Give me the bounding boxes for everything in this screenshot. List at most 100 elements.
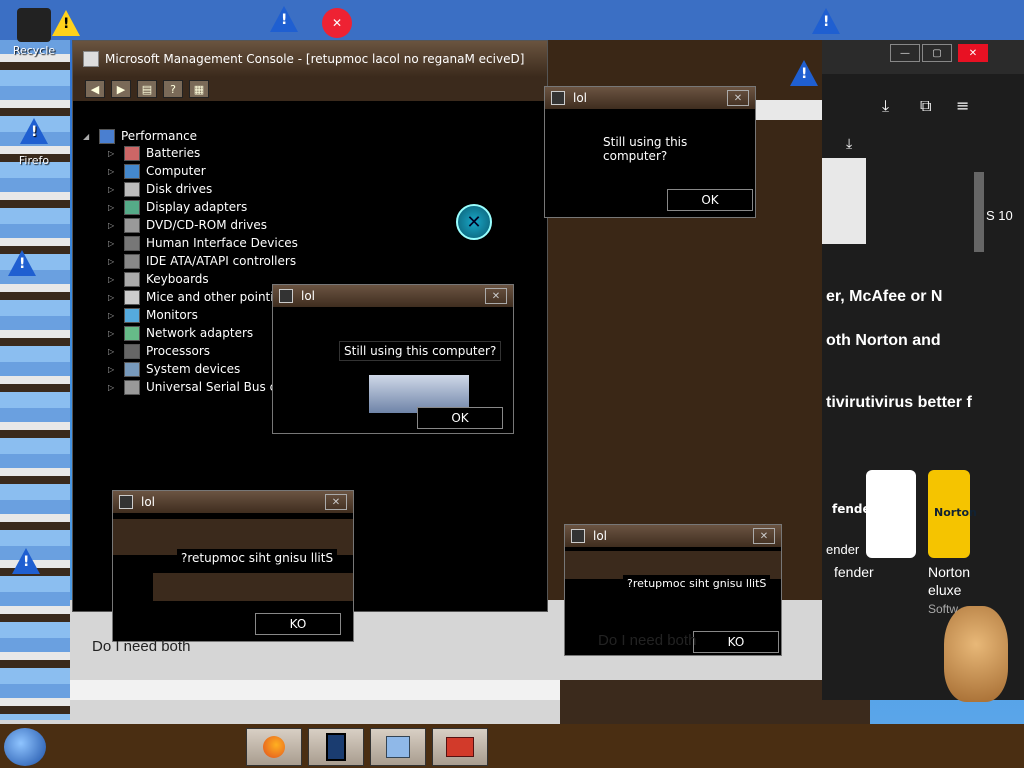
collapse-arrow-icon[interactable]: ◢ bbox=[83, 132, 93, 141]
expand-arrow-icon[interactable]: ▷ bbox=[108, 149, 118, 158]
tree-item-disk-drives[interactable]: ▷ Disk drives bbox=[108, 180, 298, 198]
dialog-app-icon bbox=[571, 529, 585, 543]
dialog-title: lol bbox=[573, 91, 588, 105]
search-result-text[interactable]: oth Norton and bbox=[826, 332, 941, 350]
desktop-icon-firefox[interactable]: Firefo bbox=[4, 118, 64, 167]
tree-item-hid[interactable]: ▷ Human Interface Devices bbox=[108, 234, 298, 252]
expand-arrow-icon[interactable]: ▷ bbox=[108, 347, 118, 356]
tree-item-display-adapters[interactable]: ▷ Display adapters bbox=[108, 198, 298, 216]
download-icon[interactable]: ⤓ bbox=[882, 96, 889, 116]
minimize-icon[interactable]: — bbox=[890, 44, 920, 62]
properties-icon[interactable]: ▦ bbox=[189, 80, 209, 98]
desktop-icon-label: Firefo bbox=[18, 154, 50, 167]
dialog-titlebar[interactable]: lol ✕ bbox=[273, 285, 513, 307]
desktop-icon-label: Recycle bbox=[12, 44, 56, 57]
tree-item-label: Network adapters bbox=[146, 326, 254, 340]
ok-button[interactable]: KO bbox=[693, 631, 779, 653]
close-icon[interactable]: ✕ bbox=[325, 494, 347, 510]
display-adapter-icon bbox=[124, 199, 140, 215]
expand-arrow-icon[interactable]: ▷ bbox=[108, 383, 118, 392]
ok-button[interactable]: OK bbox=[667, 189, 753, 211]
taskbar-notes[interactable] bbox=[308, 728, 364, 766]
search-result-text[interactable]: tivirutivirus better f bbox=[826, 394, 972, 412]
help-button[interactable]: ? bbox=[163, 80, 183, 98]
taskbar-toolbox[interactable] bbox=[432, 728, 488, 766]
console-tree-icon[interactable]: ▤ bbox=[137, 80, 157, 98]
ok-button[interactable]: KO bbox=[255, 613, 341, 635]
error-icon: ✕ bbox=[322, 8, 352, 38]
computer-icon bbox=[124, 163, 140, 179]
tree-item-label: Disk drives bbox=[146, 182, 213, 196]
calculator-icon bbox=[386, 736, 410, 758]
expand-arrow-icon[interactable]: ▷ bbox=[108, 329, 118, 338]
search-result-text[interactable]: er, McAfee or N bbox=[826, 288, 942, 306]
tree-item-label: DVD/CD-ROM drives bbox=[146, 218, 268, 232]
firefox-icon bbox=[263, 736, 285, 758]
forward-arrow-icon[interactable]: ▶ bbox=[111, 80, 131, 98]
close-icon[interactable]: ✕ bbox=[485, 288, 507, 304]
tree-item-label: Human Interface Devices bbox=[146, 236, 298, 250]
expand-arrow-icon[interactable]: ▷ bbox=[108, 257, 118, 266]
extensions-icon[interactable]: ⧉ bbox=[920, 96, 931, 116]
tree-item-ide[interactable]: ▷ IDE ATA/ATAPI controllers bbox=[108, 252, 298, 270]
tree-root[interactable]: ◢ Performance bbox=[83, 127, 197, 145]
expand-arrow-icon[interactable]: ▷ bbox=[108, 239, 118, 248]
dialog-app-icon bbox=[279, 289, 293, 303]
product-name[interactable]: ender bbox=[826, 542, 859, 557]
product-name[interactable]: eluxe bbox=[928, 582, 961, 598]
dialog-titlebar[interactable]: lol ✕ bbox=[545, 87, 755, 109]
toolbox-icon bbox=[446, 737, 474, 757]
tree-item-label: Computer bbox=[146, 164, 206, 178]
tree-item-keyboards[interactable]: ▷ Keyboards bbox=[108, 270, 298, 288]
tree-item-system-devices[interactable]: ▷ System devices bbox=[108, 360, 298, 378]
tree-item-batteries[interactable]: ▷ Batteries bbox=[108, 144, 298, 162]
processor-icon bbox=[124, 343, 140, 359]
dialog-titlebar[interactable]: lol ✕ bbox=[565, 525, 781, 547]
close-icon[interactable]: ✕ bbox=[753, 528, 775, 544]
browser-text: S 10 bbox=[986, 208, 1013, 223]
expand-arrow-icon[interactable]: ▷ bbox=[108, 221, 118, 230]
tree-item-monitors[interactable]: ▷ Monitors bbox=[108, 306, 298, 324]
expand-arrow-icon[interactable]: ▷ bbox=[108, 167, 118, 176]
close-icon[interactable]: ✕ bbox=[958, 44, 988, 62]
product-card-label: fender bbox=[832, 502, 877, 516]
hid-icon bbox=[124, 235, 140, 251]
tree-item-label: Mice and other pointing bbox=[146, 290, 289, 304]
expand-arrow-icon[interactable]: ▷ bbox=[108, 275, 118, 284]
dvd-drive-icon bbox=[124, 217, 140, 233]
close-cursor-icon: ✕ bbox=[456, 204, 492, 240]
back-arrow-icon[interactable]: ◀ bbox=[85, 80, 105, 98]
menu-icon[interactable]: ≡ bbox=[956, 96, 969, 115]
expand-arrow-icon[interactable]: ▷ bbox=[108, 365, 118, 374]
dialog-title: lol bbox=[301, 289, 316, 303]
tree-item-dvd-drives[interactable]: ▷ DVD/CD-ROM drives bbox=[108, 216, 298, 234]
device-tree-children: ▷ Batteries ▷ Computer ▷ Disk drives ▷ Displ… bbox=[108, 144, 298, 396]
tree-item-network[interactable]: ▷ Network adapters bbox=[108, 324, 298, 342]
tree-item-mice[interactable]: ▷ Mice and other pointing bbox=[108, 288, 298, 306]
usb-icon bbox=[124, 379, 140, 395]
device-tree: ◢ Performance bbox=[83, 127, 197, 145]
start-button[interactable] bbox=[4, 728, 46, 766]
tree-item-processors[interactable]: ▷ Processors bbox=[108, 342, 298, 360]
tree-item-label: Monitors bbox=[146, 308, 198, 322]
expand-arrow-icon[interactable]: ▷ bbox=[108, 185, 118, 194]
dialog-titlebar[interactable]: lol ✕ bbox=[113, 491, 353, 513]
download-icon[interactable]: ⤓ bbox=[846, 136, 852, 152]
close-icon[interactable]: ✕ bbox=[727, 90, 749, 106]
tree-item-label: Keyboards bbox=[146, 272, 209, 286]
expand-arrow-icon[interactable]: ▷ bbox=[108, 311, 118, 320]
taskbar-calculator[interactable] bbox=[370, 728, 426, 766]
expand-arrow-icon[interactable]: ▷ bbox=[108, 293, 118, 302]
network-adapter-icon bbox=[124, 325, 140, 341]
ok-button[interactable]: OK bbox=[417, 407, 503, 429]
expand-arrow-icon[interactable]: ▷ bbox=[108, 203, 118, 212]
tree-item-computer[interactable]: ▷ Computer bbox=[108, 162, 298, 180]
scrollbar-thumb[interactable] bbox=[974, 172, 984, 252]
mmc-titlebar[interactable]: Microsoft Management Console - [retupmoc… bbox=[73, 41, 547, 77]
tree-item-usb[interactable]: ▷ Universal Serial Bus cont bbox=[108, 378, 298, 396]
desktop-top-band bbox=[0, 0, 1024, 40]
product-name[interactable]: Norton bbox=[928, 564, 970, 580]
product-name[interactable]: fender bbox=[834, 564, 874, 580]
maximize-icon[interactable]: ▢ bbox=[922, 44, 952, 62]
taskbar-firefox[interactable] bbox=[246, 728, 302, 766]
